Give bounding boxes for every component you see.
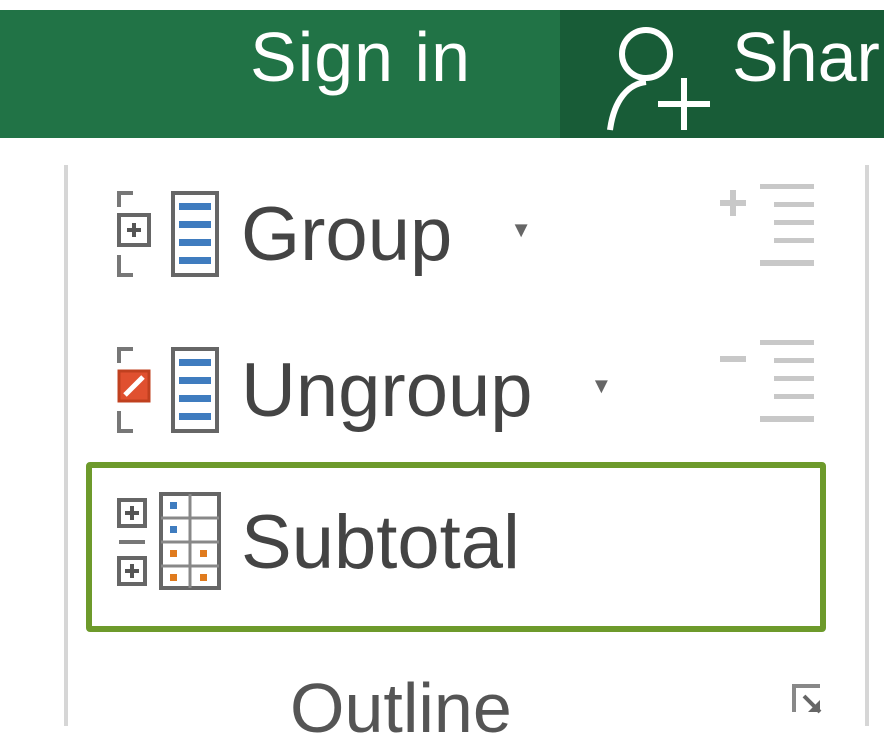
sign-in-link[interactable]: Sign in	[250, 17, 471, 97]
subtotal-button[interactable]: Subtotal	[115, 492, 520, 592]
show-detail-icon[interactable]	[720, 180, 816, 276]
group-label: Group	[241, 191, 453, 277]
chevron-down-icon[interactable]: ▼	[510, 217, 532, 243]
group-label-outline: Outline	[290, 669, 512, 747]
subtotal-label: Subtotal	[241, 499, 520, 585]
share-button[interactable]: Shar	[732, 17, 880, 97]
group-icon	[117, 191, 219, 277]
hide-detail-icon[interactable]	[720, 336, 816, 432]
group-divider-right	[865, 165, 869, 726]
ungroup-label: Ungroup	[241, 347, 533, 433]
subtotal-icon	[117, 492, 221, 590]
ungroup-button[interactable]: Ungroup ▼	[115, 340, 612, 440]
ungroup-icon	[117, 347, 219, 433]
group-button[interactable]: Group ▼	[115, 184, 532, 284]
dialog-launcher-icon[interactable]	[790, 682, 824, 716]
user-add-icon[interactable]	[604, 22, 714, 132]
chevron-down-icon[interactable]: ▼	[591, 373, 613, 399]
title-bar: Sign in Shar	[0, 0, 884, 138]
group-divider-left	[64, 165, 68, 726]
